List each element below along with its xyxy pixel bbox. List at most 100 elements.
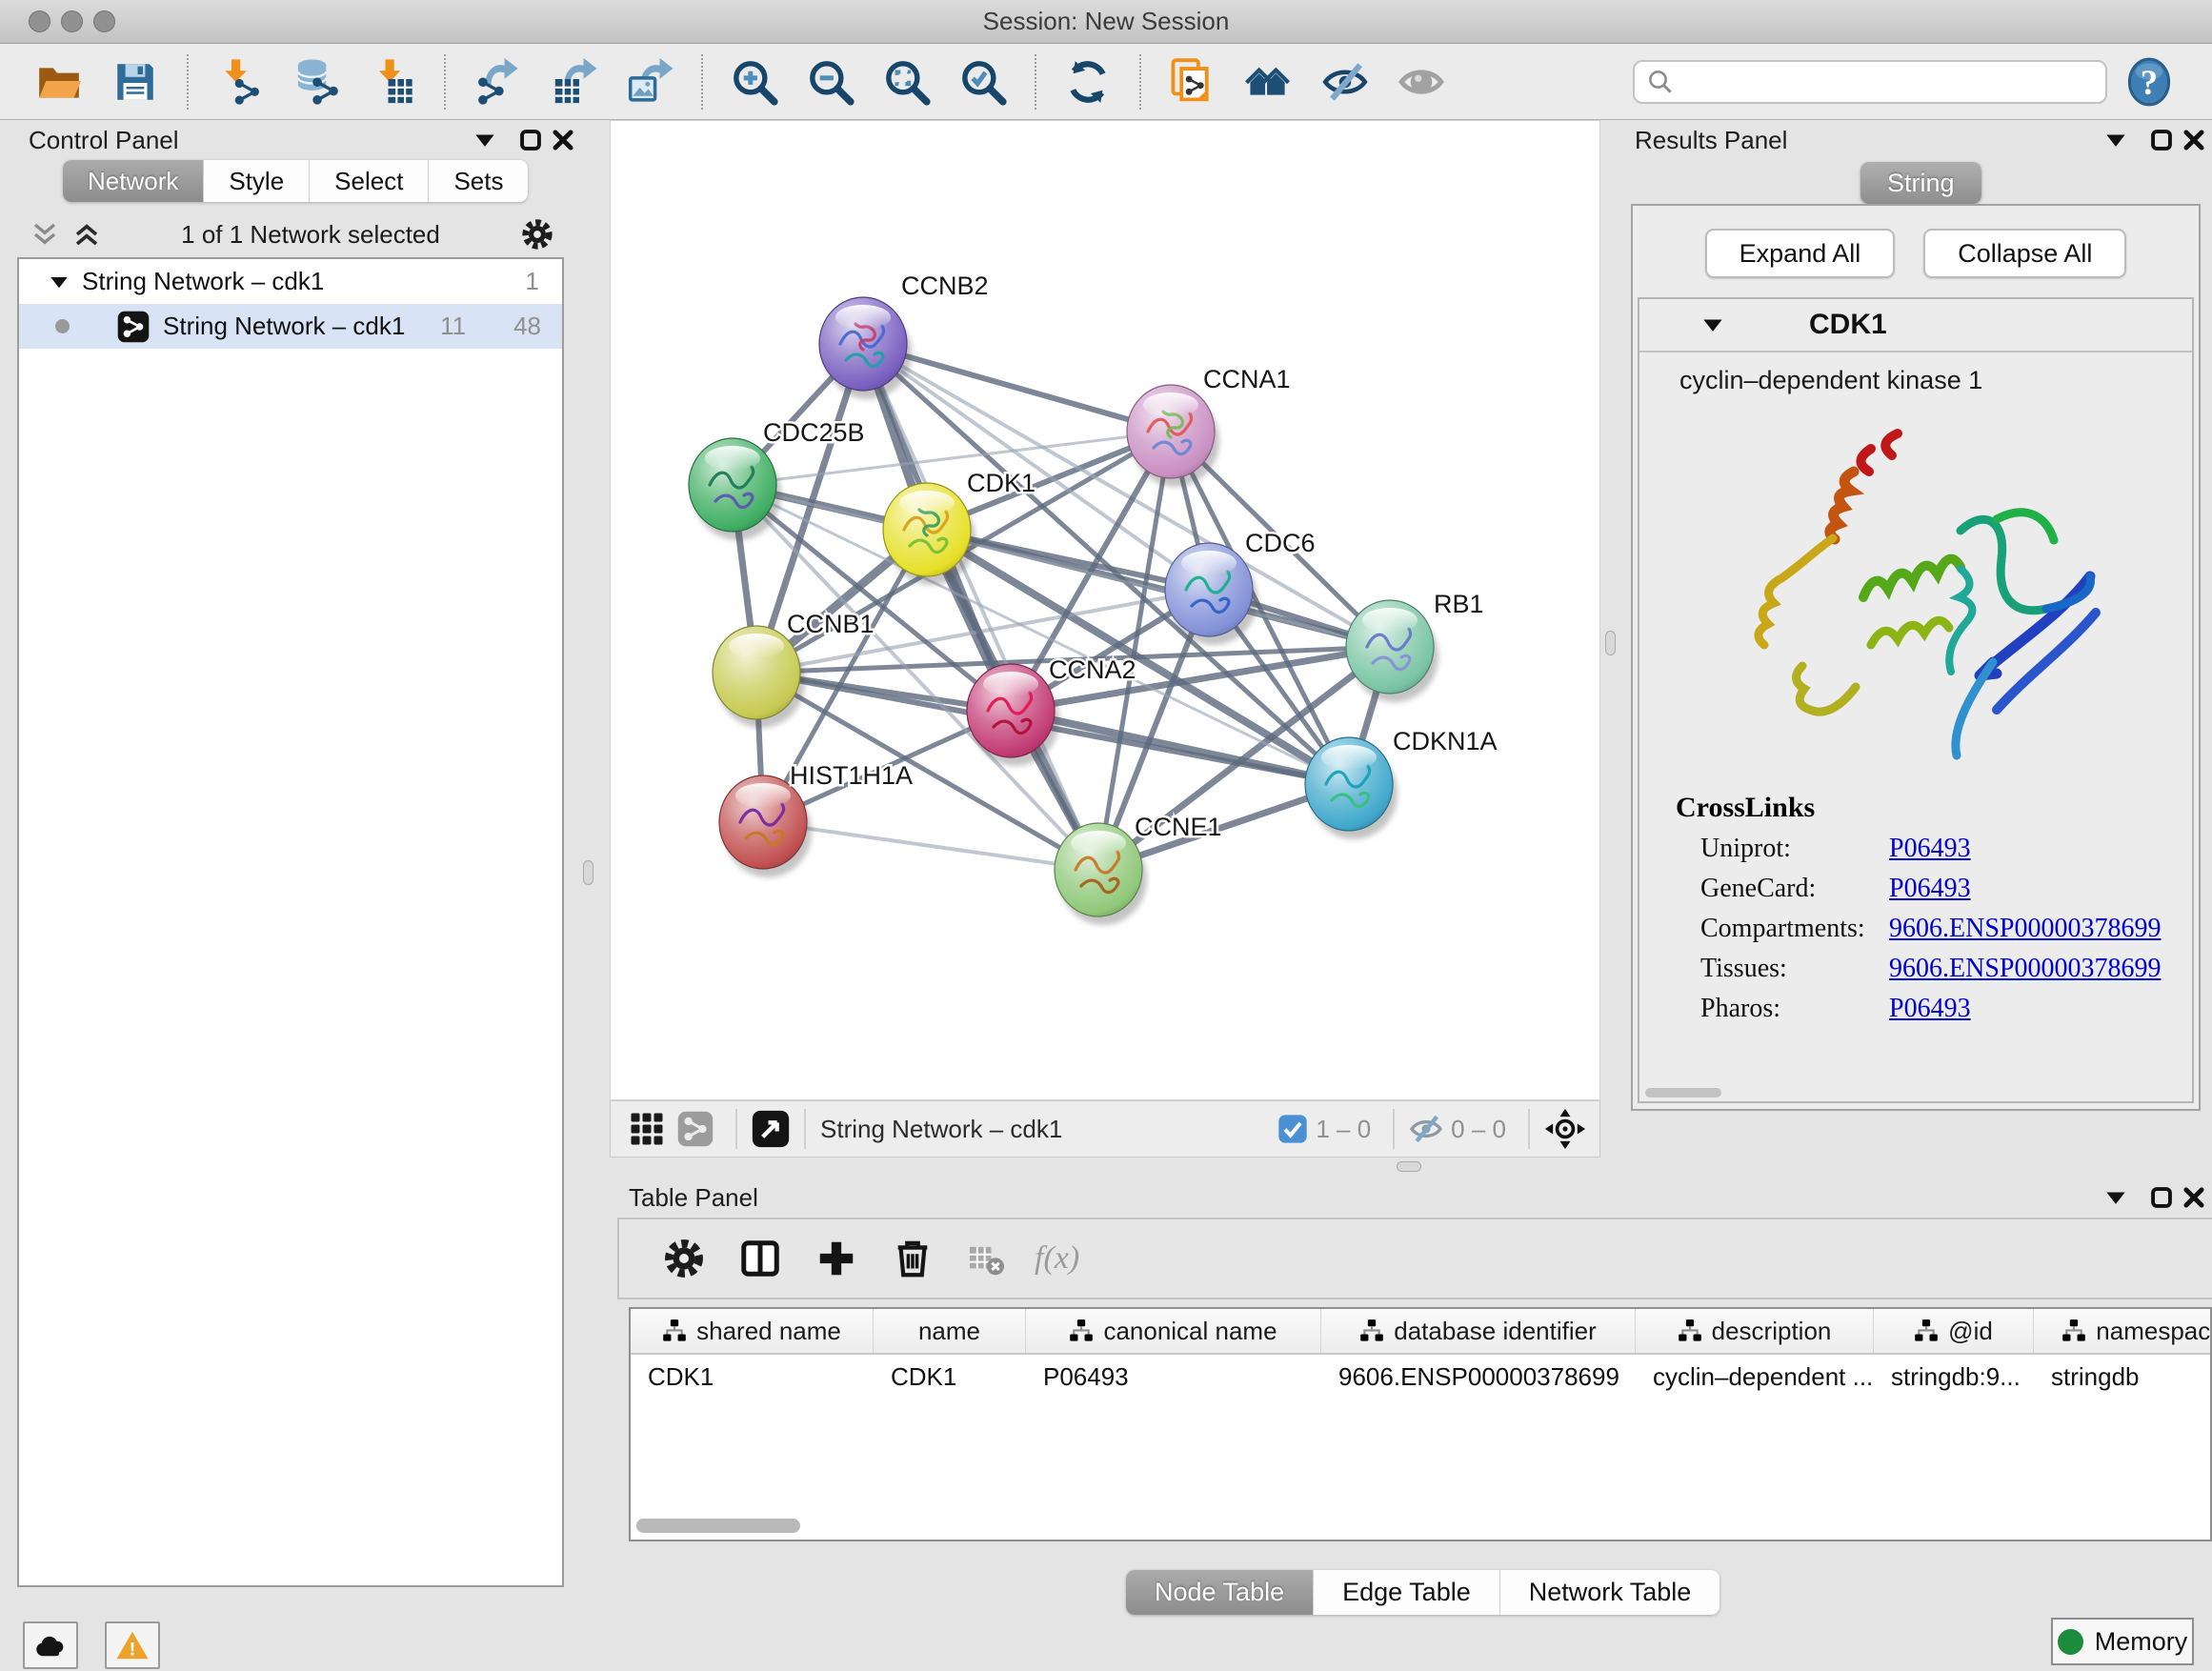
- network-collection-row[interactable]: String Network – cdk1 1: [19, 259, 562, 304]
- show-columns-icon[interactable]: [738, 1237, 782, 1280]
- zoom-in-icon[interactable]: [731, 58, 778, 106]
- node-details-card: CDK1 cyclin–dependent kinase 1: [1638, 297, 2194, 1103]
- tab-string[interactable]: String: [1860, 162, 1981, 204]
- network-row-selected[interactable]: String Network – cdk1 11 48: [19, 304, 562, 349]
- edge-CCNA2-CDKN1A[interactable]: [1011, 711, 1349, 784]
- tab-style[interactable]: Style: [204, 160, 310, 202]
- refresh-icon[interactable]: [1064, 58, 1112, 106]
- collapse-all-button[interactable]: Collapse All: [1923, 229, 2126, 278]
- column-header-canonical-name[interactable]: canonical name: [1026, 1309, 1321, 1353]
- hide-selected-icon[interactable]: [1321, 58, 1369, 106]
- create-column-icon[interactable]: [814, 1237, 858, 1280]
- tab-node-table[interactable]: Node Table: [1126, 1570, 1314, 1615]
- import-table-from-file-icon[interactable]: [369, 58, 416, 106]
- node-table: shared namenamecanonical namedatabase id…: [629, 1307, 2212, 1541]
- fit-selected-target-icon[interactable]: [1544, 1108, 1586, 1150]
- expand-all-button[interactable]: Expand All: [1705, 229, 1896, 278]
- svg-text:!: !: [130, 1640, 136, 1661]
- table-panel-close-icon[interactable]: [2182, 1185, 2206, 1210]
- table-options-gear-icon[interactable]: [662, 1237, 706, 1280]
- results-panel-float-icon[interactable]: [2149, 128, 2174, 152]
- horizontal-splitter-handle[interactable]: [1397, 1161, 1421, 1172]
- open-session-icon[interactable]: [35, 58, 83, 106]
- help-button[interactable]: ?: [2124, 57, 2174, 107]
- node-RB1[interactable]: RB1: [1346, 590, 1484, 702]
- table-cell[interactable]: cyclin–dependent ...: [1636, 1355, 1874, 1399]
- export-image-icon[interactable]: [626, 58, 674, 106]
- memory-button[interactable]: Memory: [2051, 1618, 2194, 1665]
- column-header--id[interactable]: @id: [1874, 1309, 2034, 1353]
- search-box[interactable]: [1633, 60, 2107, 104]
- crosslink-genecard-link[interactable]: P06493: [1889, 874, 1971, 904]
- import-network-from-file-icon[interactable]: [216, 58, 264, 106]
- crosslink-pharos-link[interactable]: P06493: [1889, 994, 1971, 1024]
- node-CDKN1A[interactable]: CDKN1A: [1305, 727, 1498, 839]
- table-cell[interactable]: CDK1: [874, 1355, 1026, 1399]
- table-hscrollbar-thumb[interactable]: [636, 1519, 800, 1533]
- control-panel-dropdown-icon[interactable]: [474, 131, 495, 149]
- table-cell[interactable]: 9606.ENSP00000378699: [1321, 1355, 1636, 1399]
- expand-all-networks-icon[interactable]: [72, 220, 101, 249]
- zoom-out-icon[interactable]: [807, 58, 855, 106]
- control-panel-float-icon[interactable]: [518, 128, 543, 152]
- hidden-eye-slash-icon[interactable]: [1409, 1112, 1443, 1146]
- node-CCNA2[interactable]: CCNA2: [967, 655, 1136, 766]
- control-panel-close-icon[interactable]: [551, 128, 575, 152]
- crosslink-tissues-link[interactable]: 9606.ENSP00000378699: [1889, 954, 2161, 984]
- table-cell[interactable]: stringdb: [2034, 1355, 2212, 1399]
- first-neighbors-icon[interactable]: [1245, 58, 1293, 106]
- collection-expand-icon[interactable]: [50, 274, 69, 290]
- results-panel-dropdown-icon[interactable]: [2105, 131, 2126, 149]
- entry-collapse-icon[interactable]: [1702, 316, 1723, 333]
- table-cell[interactable]: CDK1: [631, 1355, 874, 1399]
- tab-edge-table[interactable]: Edge Table: [1314, 1570, 1500, 1615]
- zoom-selected-icon[interactable]: [959, 58, 1007, 106]
- network-options-gear-icon[interactable]: [520, 217, 554, 252]
- tab-network[interactable]: Network: [63, 160, 204, 202]
- node-HIST1H1A[interactable]: HIST1H1A: [719, 761, 913, 877]
- tab-sets[interactable]: Sets: [429, 160, 528, 202]
- export-table-icon[interactable]: [550, 58, 597, 106]
- column-header-database-identifier[interactable]: database identifier: [1321, 1309, 1636, 1353]
- crosslink-label: Tissues:: [1700, 954, 1889, 984]
- crosslink-compartments-link[interactable]: 9606.ENSP00000378699: [1889, 914, 2161, 944]
- right-splitter-handle[interactable]: [1605, 631, 1616, 655]
- grid-layout-icon[interactable]: [630, 1112, 664, 1146]
- node-CDC6[interactable]: CDC6: [1165, 529, 1316, 645]
- column-header-name[interactable]: name: [874, 1309, 1026, 1353]
- export-network-icon[interactable]: [473, 58, 521, 106]
- network-view-toolbar: String Network – cdk1 1 – 0 0 – 0: [610, 1100, 1600, 1158]
- birds-eye-view-icon[interactable]: [752, 1110, 790, 1148]
- network-share-icon[interactable]: [677, 1111, 714, 1147]
- column-header-shared-name[interactable]: shared name: [631, 1309, 874, 1353]
- results-hscrollbar-thumb[interactable]: [1645, 1088, 1721, 1097]
- left-splitter-handle[interactable]: [583, 860, 593, 885]
- table-cell[interactable]: stringdb:9...: [1874, 1355, 2034, 1399]
- node-CDK1[interactable]: CDK1: [883, 469, 1036, 585]
- table-panel-float-icon[interactable]: [2149, 1185, 2174, 1210]
- collapse-all-networks-icon[interactable]: [30, 220, 59, 249]
- new-network-from-selection-icon[interactable]: [1169, 58, 1217, 106]
- warnings-button[interactable]: !: [105, 1621, 160, 1669]
- zoom-fit-content-icon[interactable]: [883, 58, 931, 106]
- selected-checkbox-icon[interactable]: [1277, 1114, 1308, 1144]
- import-network-from-database-icon[interactable]: [292, 58, 340, 106]
- cloud-button[interactable]: [23, 1621, 78, 1669]
- table-cell[interactable]: P06493: [1026, 1355, 1321, 1399]
- tab-select[interactable]: Select: [310, 160, 429, 202]
- delete-columns-icon[interactable]: [891, 1237, 935, 1280]
- table-row[interactable]: CDK1CDK1P064939606.ENSP00000378699cyclin…: [631, 1355, 2210, 1399]
- table-panel-dropdown-icon[interactable]: [2105, 1189, 2126, 1206]
- node-CCNA1[interactable]: CCNA1: [1127, 365, 1291, 487]
- network-canvas[interactable]: CCNB2CCNA1CDC25BCDK1CDC6RB1CCNB1CCNA2CDK…: [610, 120, 1600, 1100]
- edge-CCNE1-HIST1H1A[interactable]: [763, 822, 1098, 870]
- save-session-icon[interactable]: [111, 58, 159, 106]
- node-CCNE1[interactable]: CCNE1: [1055, 813, 1222, 925]
- crosslink-uniprot-link[interactable]: P06493: [1889, 834, 1971, 864]
- collection-count: 1: [526, 267, 539, 296]
- search-input[interactable]: [1682, 66, 2094, 97]
- column-header-description[interactable]: description: [1636, 1309, 1874, 1353]
- tab-network-table[interactable]: Network Table: [1500, 1570, 1720, 1615]
- column-header-namespace[interactable]: namespace: [2034, 1309, 2212, 1353]
- results-panel-close-icon[interactable]: [2182, 128, 2206, 152]
